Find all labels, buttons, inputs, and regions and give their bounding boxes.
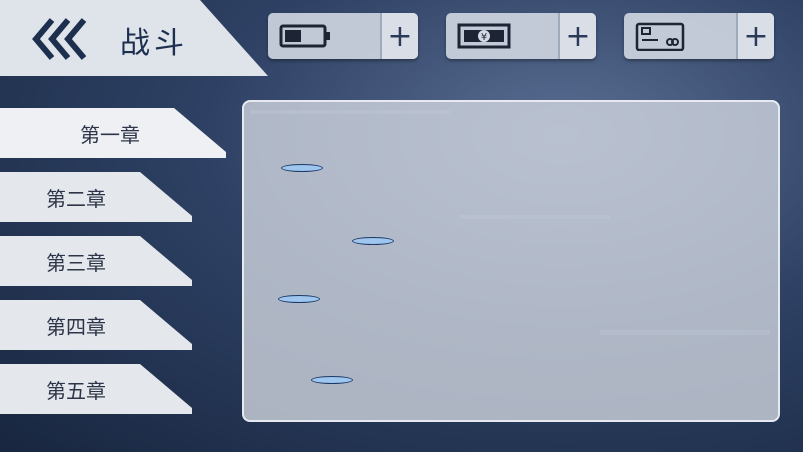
svg-text:¥: ¥ — [481, 32, 487, 43]
screen-title: 战斗 — [120, 26, 188, 61]
credit-card-icon — [634, 21, 690, 55]
battery-icon — [278, 21, 334, 55]
stage-node-2[interactable] — [352, 237, 394, 251]
triple-chevron-left-icon — [32, 18, 87, 60]
stage-node-3[interactable] — [278, 295, 320, 309]
back-button[interactable] — [30, 16, 96, 62]
resource-money: ¥ + — [446, 13, 596, 59]
stage-node-1[interactable] — [281, 164, 323, 178]
banknote-yen-icon: ¥ — [456, 21, 512, 55]
resource-energy: + — [268, 13, 418, 59]
stage-node-4[interactable] — [311, 376, 353, 390]
resource-card: + — [624, 13, 774, 59]
add-card-button[interactable]: + — [736, 13, 774, 59]
stage-map-panel — [242, 100, 780, 422]
add-energy-button[interactable]: + — [380, 13, 418, 59]
add-money-button[interactable]: + — [558, 13, 596, 59]
